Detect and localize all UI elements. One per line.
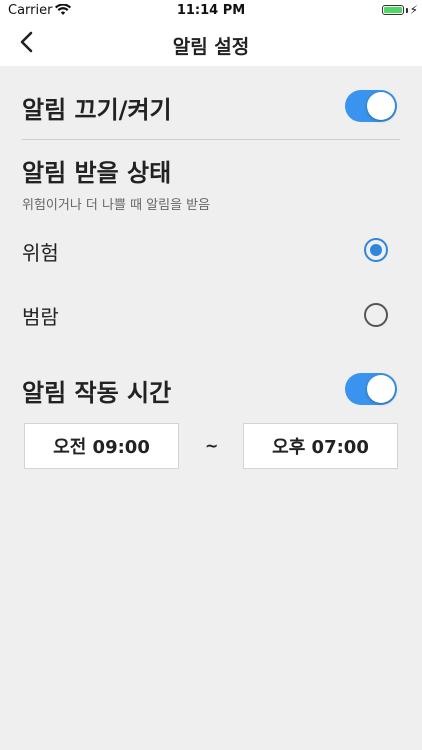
toggle-knob xyxy=(367,375,395,403)
status-bar: Carrier 11:14 PM ⚡ xyxy=(0,0,422,22)
alert-state-title: 알림 받을 상태 xyxy=(22,159,172,187)
end-time-button[interactable]: 오후 07:00 xyxy=(243,423,398,469)
toggle-knob xyxy=(367,92,395,120)
option-danger-radio[interactable] xyxy=(364,238,388,262)
charging-bolt-icon: ⚡ xyxy=(409,3,418,17)
notification-toggle[interactable] xyxy=(345,90,397,122)
active-hours-toggle[interactable] xyxy=(345,373,397,405)
start-time-value: 오전 09:00 xyxy=(53,437,150,458)
option-flood-label: 범람 xyxy=(22,305,59,329)
navigation-bar: 알림 설정 xyxy=(0,22,422,66)
page-title: 알림 설정 xyxy=(172,36,250,58)
battery-icon xyxy=(382,5,404,15)
time-separator: ~ xyxy=(205,436,219,455)
active-hours-label: 알림 작동 시간 xyxy=(22,379,172,407)
option-danger-label: 위험 xyxy=(22,241,59,265)
divider xyxy=(22,139,400,140)
notification-toggle-label: 알림 끄기/켜기 xyxy=(22,96,172,124)
end-time-value: 오후 07:00 xyxy=(272,437,369,458)
start-time-button[interactable]: 오전 09:00 xyxy=(24,423,179,469)
battery-cap xyxy=(406,8,408,13)
alert-state-subtitle: 위험이거나 더 나쁠 때 알림을 받음 xyxy=(22,198,211,213)
option-flood-radio[interactable] xyxy=(364,303,388,327)
clock: 11:14 PM xyxy=(176,3,246,18)
